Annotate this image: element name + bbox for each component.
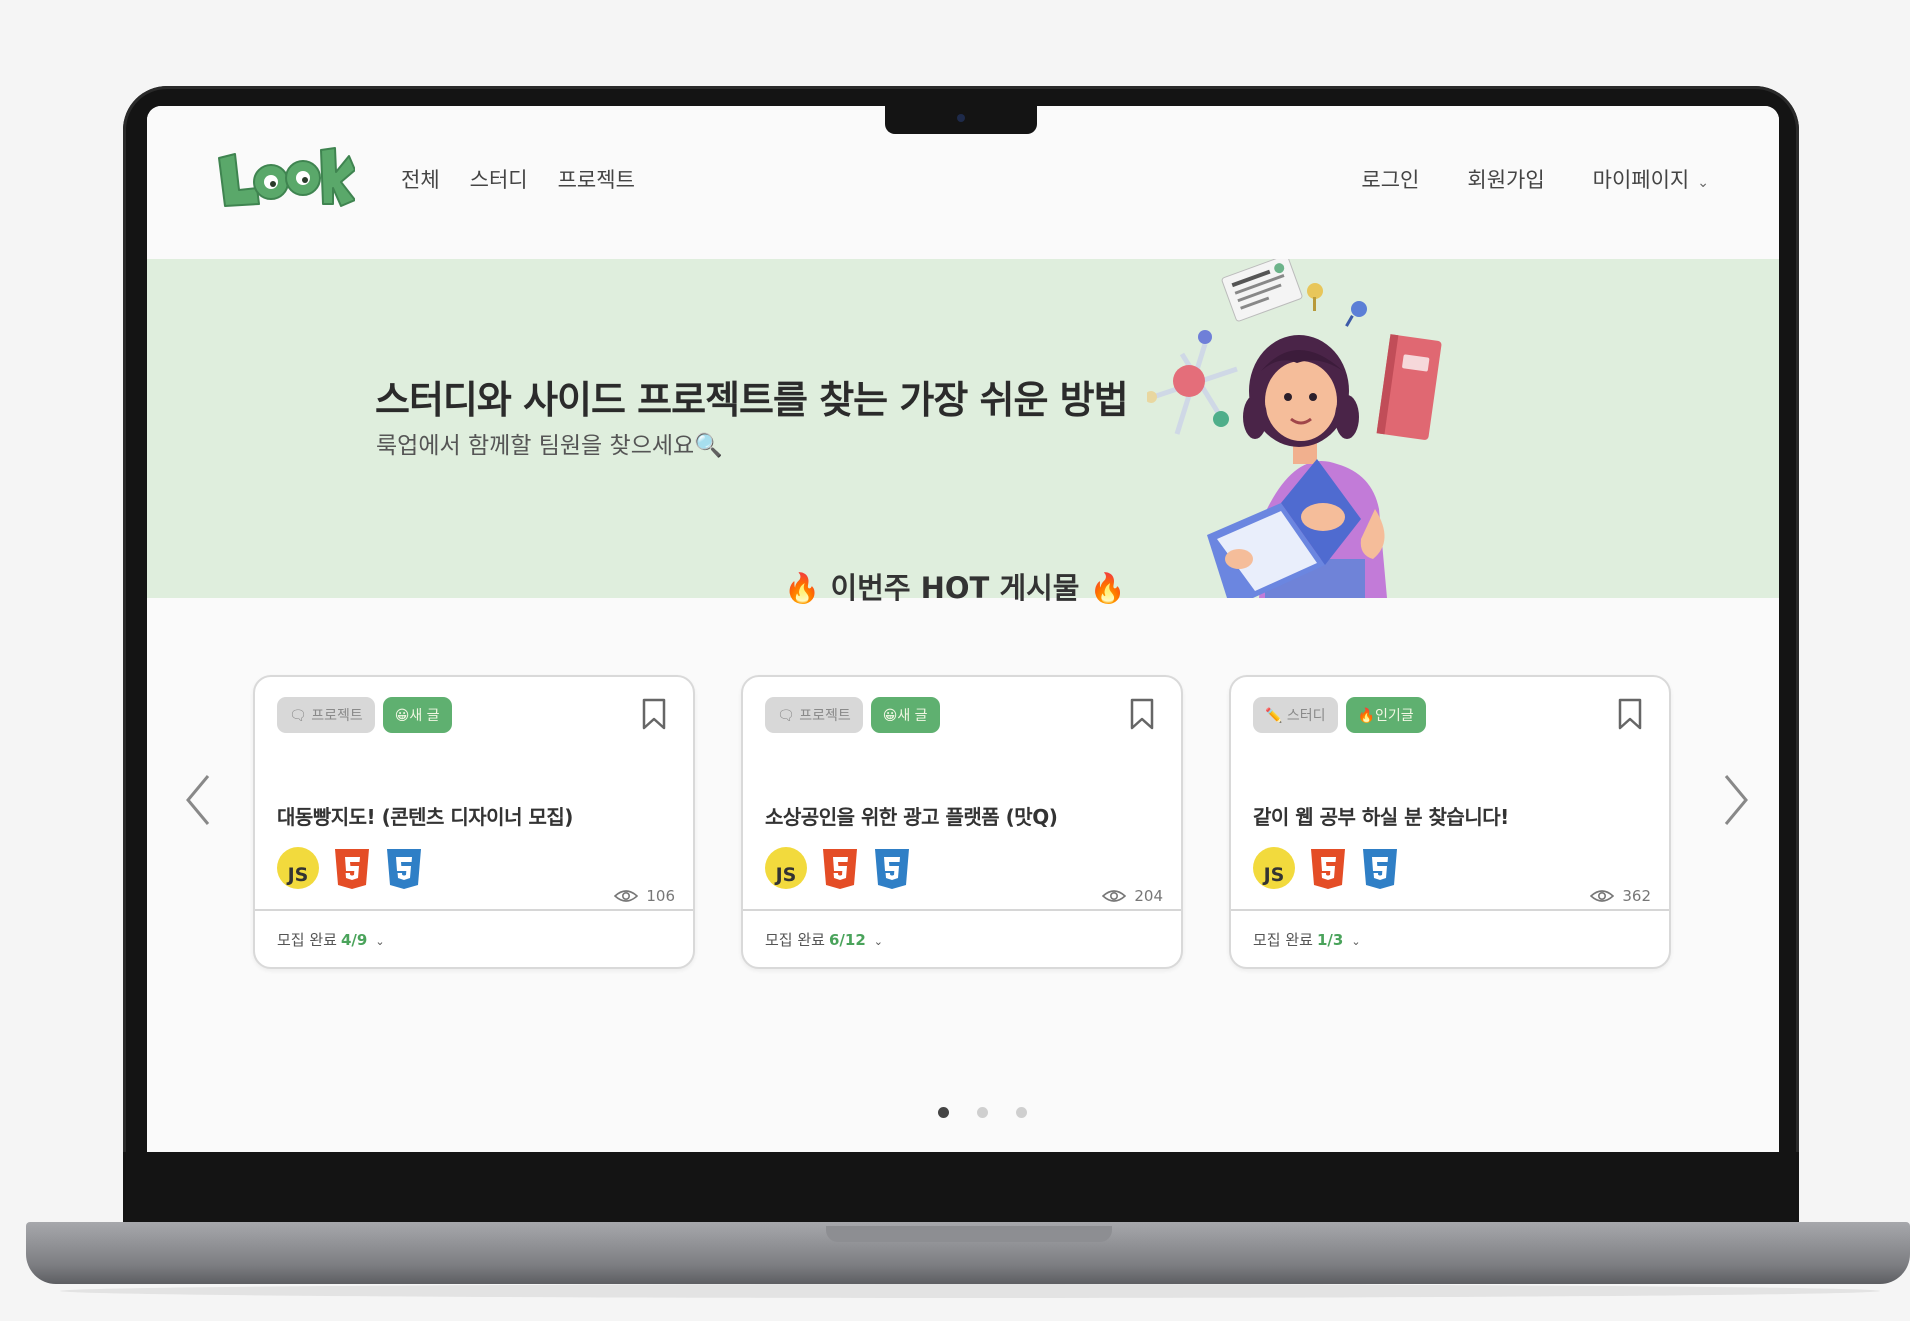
html5-icon xyxy=(1311,849,1345,889)
tech-stack: JS xyxy=(277,847,423,891)
tech-stack: JS xyxy=(1253,847,1399,891)
chevron-down-icon: ⌄ xyxy=(1351,935,1361,948)
status-tag: 😀새 글 xyxy=(870,697,940,733)
mypage-label: 마이페이지 xyxy=(1592,168,1690,192)
chevron-down-icon: ⌄ xyxy=(873,935,883,948)
category-tag: 🗨 프로젝트 xyxy=(277,697,375,733)
bookmark-icon[interactable] xyxy=(641,697,667,731)
bookmark-icon[interactable] xyxy=(1129,697,1155,731)
category-tag: ✏️ 스터디 xyxy=(1253,697,1338,733)
javascript-icon: JS xyxy=(765,847,807,889)
card-title[interactable]: 같이 웹 공부 하실 분 찾습니다! xyxy=(1253,801,1509,830)
post-card[interactable]: 🗨 프로젝트 😀새 글 대동빵지도! (콘텐츠 디자이너 모집) JS 106 xyxy=(253,675,695,969)
card-footer: 모집 완료 1/3 ⌄ xyxy=(1231,909,1669,967)
eye-icon xyxy=(614,890,639,902)
hot-posts-title: 🔥 이번주 HOT 게시물 🔥 xyxy=(784,571,1126,605)
laptop-screen: 전체 스터디 프로젝트 로그인 회원가입 마이페이지 ⌄ 스터디와 사이드 프로젝… xyxy=(147,106,1779,1152)
recruit-count: 6/12 xyxy=(828,931,866,949)
card-footer: 모집 완료 4/9 ⌄ xyxy=(255,909,693,967)
eye-icon xyxy=(1102,890,1127,902)
hero-title: 스터디와 사이드 프로젝트를 찾는 가장 쉬운 방법 xyxy=(375,378,1129,422)
status-tag: 🔥인기글 xyxy=(1345,697,1426,733)
login-link[interactable]: 로그인 xyxy=(1361,164,1419,194)
chevron-down-icon: ⌄ xyxy=(375,935,385,948)
mypage-menu[interactable]: 마이페이지 ⌄ xyxy=(1593,164,1709,194)
status-tag: 😀새 글 xyxy=(382,697,452,733)
carousel-next-button[interactable] xyxy=(1714,770,1754,830)
signup-link[interactable]: 회원가입 xyxy=(1467,164,1544,194)
card-tags: 🗨 프로젝트 😀새 글 xyxy=(277,697,452,733)
carousel-dot[interactable] xyxy=(1016,1107,1027,1118)
javascript-icon: JS xyxy=(1253,847,1295,889)
card-title[interactable]: 대동빵지도! (콘텐츠 디자이너 모집) xyxy=(277,801,573,830)
nav-all[interactable]: 전체 xyxy=(401,164,440,194)
carousel-dot[interactable] xyxy=(938,1107,949,1118)
user-nav: 로그인 회원가입 마이페이지 ⌄ xyxy=(1361,164,1709,194)
recruit-status[interactable]: 모집 완료 1/3 ⌄ xyxy=(1253,929,1361,950)
look-logo[interactable] xyxy=(215,142,355,210)
recruit-status[interactable]: 모집 완료 4/9 ⌄ xyxy=(277,929,385,950)
category-tag: 🗨 프로젝트 xyxy=(765,697,863,733)
css3-icon xyxy=(1363,849,1397,889)
main-nav: 전체 스터디 프로젝트 xyxy=(401,164,635,194)
card-tags: 🗨 프로젝트 😀새 글 xyxy=(765,697,940,733)
recruit-status[interactable]: 모집 완료 6/12 ⌄ xyxy=(765,929,883,950)
recruit-count: 1/3 xyxy=(1316,931,1344,949)
html5-icon xyxy=(335,849,369,889)
laptop-bezel-bottom xyxy=(123,1152,1799,1222)
eye-icon xyxy=(1590,890,1615,902)
view-count-value: 362 xyxy=(1622,887,1651,905)
html5-icon xyxy=(823,849,857,889)
post-card[interactable]: ✏️ 스터디 🔥인기글 같이 웹 공부 하실 분 찾습니다! JS 362 모집… xyxy=(1229,675,1671,969)
view-count: 362 xyxy=(1590,887,1651,905)
laptop-base-notch xyxy=(826,1226,1112,1242)
recruit-count: 4/9 xyxy=(340,931,368,949)
javascript-icon: JS xyxy=(277,847,319,889)
tech-stack: JS xyxy=(765,847,911,891)
carousel-prev-button[interactable] xyxy=(180,770,220,830)
recruit-label: 모집 완료 xyxy=(765,931,825,949)
carousel-dot[interactable] xyxy=(977,1107,988,1118)
view-count-value: 106 xyxy=(646,887,675,905)
laptop-shadow xyxy=(60,1284,1880,1298)
card-footer: 모집 완료 6/12 ⌄ xyxy=(743,909,1181,967)
view-count: 106 xyxy=(614,887,675,905)
nav-project[interactable]: 프로젝트 xyxy=(558,164,635,194)
post-card[interactable]: 🗨 프로젝트 😀새 글 소상공인을 위한 광고 플랫폼 (맛Q) JS 204 xyxy=(741,675,1183,969)
view-count: 204 xyxy=(1102,887,1163,905)
chevron-down-icon: ⌄ xyxy=(1697,175,1709,191)
hero-banner: 스터디와 사이드 프로젝트를 찾는 가장 쉬운 방법 룩업에서 함께할 팀원을 … xyxy=(147,259,1779,598)
css3-icon xyxy=(875,849,909,889)
css3-icon xyxy=(387,849,421,889)
recruit-label: 모집 완료 xyxy=(277,931,337,949)
hero-subtitle: 룩업에서 함께할 팀원을 찾으세요🔍 xyxy=(376,433,723,459)
camera-icon xyxy=(957,114,965,122)
bookmark-icon[interactable] xyxy=(1617,697,1643,731)
laptop-mockup: 전체 스터디 프로젝트 로그인 회원가입 마이페이지 ⌄ 스터디와 사이드 프로젝… xyxy=(0,0,1910,1321)
card-title[interactable]: 소상공인을 위한 광고 플랫폼 (맛Q) xyxy=(765,801,1058,830)
recruit-label: 모집 완료 xyxy=(1253,931,1313,949)
reading-girl-illustration xyxy=(1147,259,1442,598)
card-tags: ✏️ 스터디 🔥인기글 xyxy=(1253,697,1426,733)
view-count-value: 204 xyxy=(1134,887,1163,905)
nav-study[interactable]: 스터디 xyxy=(470,164,528,194)
carousel-pagination xyxy=(938,1107,1027,1118)
